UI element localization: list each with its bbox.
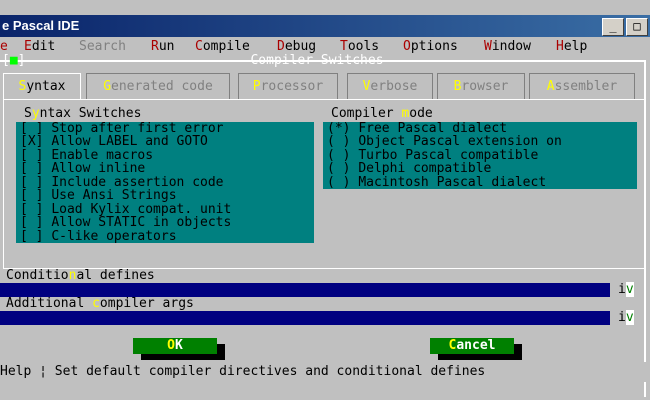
- radio-macintosh-pascal[interactable]: ( ) Macintosh Pascal dialect: [327, 176, 546, 189]
- history-down-icon: v: [625, 310, 634, 325]
- ok-button-face: OK: [133, 338, 217, 354]
- window-controls: _ □: [602, 18, 648, 36]
- additional-args-history-button[interactable]: iv: [618, 310, 634, 325]
- ok-button-shadow-bottom: [141, 354, 225, 360]
- cancel-button-shadow-bottom: [438, 354, 522, 360]
- tab-syntax[interactable]: Syntax: [3, 73, 81, 100]
- checkbox-use-ansi-strings[interactable]: [ ] Use Ansi Strings: [20, 189, 177, 202]
- checkbox-allow-static[interactable]: [ ] Allow STATIC in objects: [20, 216, 231, 229]
- radio-object-pascal[interactable]: ( ) Object Pascal extension on: [327, 135, 562, 148]
- additional-args-input[interactable]: [0, 311, 610, 325]
- maximize-button[interactable]: □: [626, 18, 648, 36]
- ok-button[interactable]: OK: [133, 338, 225, 360]
- checkbox-allow-inline[interactable]: [ ] Allow inline: [20, 162, 145, 175]
- compiler-mode-list: (*) Free Pascal dialect ( ) Object Pasca…: [323, 122, 637, 189]
- window-title: e Pascal IDE: [2, 18, 80, 33]
- tab-strip: Syntax Generated code Processor Verbose …: [0, 73, 650, 100]
- additional-args-label: Additional compiler args: [6, 296, 194, 311]
- syntax-switches-label: Syntax Switches: [24, 106, 142, 121]
- status-bar: Help ¦ Set default compiler directives a…: [0, 362, 650, 382]
- history-down-icon: v: [625, 282, 634, 297]
- title-bar[interactable]: e Pascal IDE _ □: [0, 15, 650, 37]
- minimize-button[interactable]: _: [602, 18, 624, 36]
- ide-window: e Pascal IDE _ □ e Edit Search Run Compi…: [0, 0, 650, 400]
- tab-browser[interactable]: Browser: [437, 73, 525, 100]
- ok-button-shadow: [217, 344, 225, 354]
- cancel-button[interactable]: Cancel: [430, 338, 522, 360]
- close-icon: ■: [9, 53, 18, 68]
- tab-assembler[interactable]: Assembler: [529, 73, 635, 100]
- conditional-defines-label: Conditional defines: [6, 268, 155, 283]
- compiler-mode-label: Compiler mode: [331, 106, 433, 121]
- dialog-title-bar: [■] Compiler Switches: [0, 53, 650, 69]
- status-text: Help ¦ Set default compiler directives a…: [0, 364, 486, 379]
- dialog-title: Compiler Switches: [250, 53, 384, 68]
- tab-verbose[interactable]: Verbose: [347, 73, 433, 100]
- syntax-switches-list: [ ] Stop after first error [X] Allow LAB…: [16, 122, 314, 243]
- checkbox-allow-label-goto[interactable]: [X] Allow LABEL and GOTO: [20, 135, 208, 148]
- conditional-defines-input[interactable]: [0, 283, 610, 297]
- conditional-defines-history-button[interactable]: iv: [618, 282, 634, 297]
- dialog-close-button[interactable]: [■]: [2, 53, 25, 69]
- cancel-button-shadow: [514, 344, 522, 354]
- checkbox-c-like-operators[interactable]: [ ] C-like operators: [20, 230, 177, 243]
- tab-generated-code[interactable]: Generated code: [86, 73, 230, 100]
- cancel-button-face: Cancel: [430, 338, 514, 354]
- tab-processor[interactable]: Processor: [238, 73, 338, 100]
- radio-delphi[interactable]: ( ) Delphi compatible: [327, 162, 491, 175]
